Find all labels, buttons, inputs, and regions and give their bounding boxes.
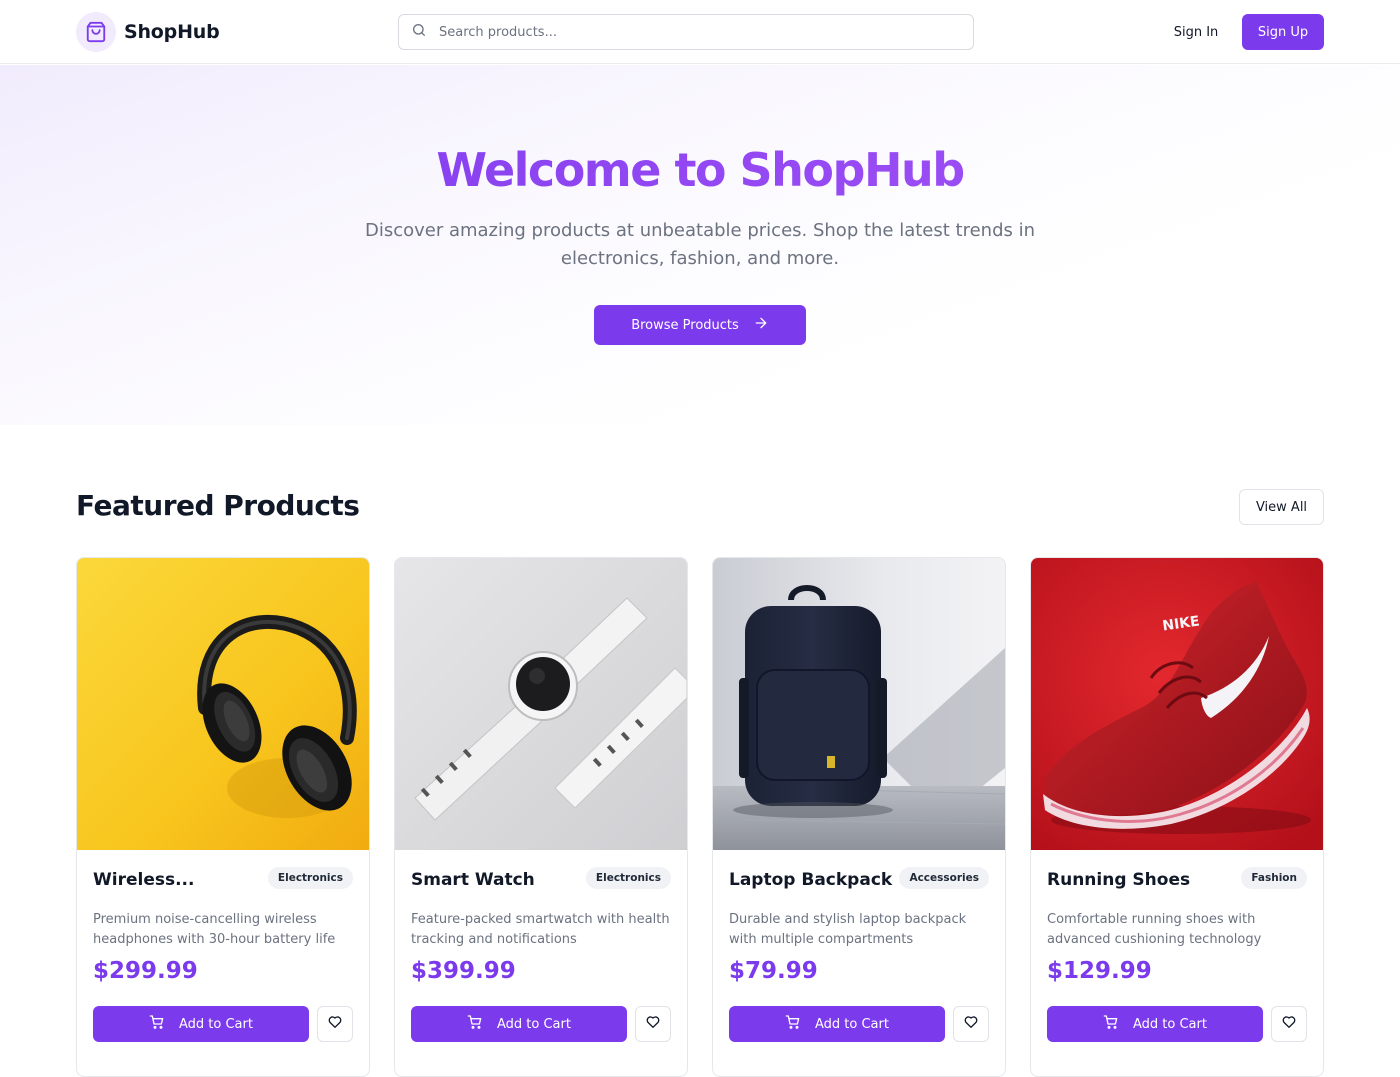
brand-name: ShopHub — [124, 21, 220, 43]
add-to-cart-label: Add to Cart — [497, 1016, 571, 1032]
product-image-laptop-backpack[interactable] — [713, 558, 1005, 850]
product-price: $79.99 — [729, 958, 818, 984]
product-card[interactable]: Wireless... Electronics Premium noise-ca… — [76, 557, 370, 1077]
cart-icon — [149, 1014, 165, 1034]
hero-section: Welcome to ShopHub Discover amazing prod… — [0, 65, 1400, 425]
product-description: Durable and stylish laptop backpack with… — [729, 912, 967, 947]
product-description: Feature-packed smartwatch with health tr… — [411, 912, 670, 947]
wishlist-button[interactable] — [317, 1006, 353, 1042]
arrow-right-icon — [753, 315, 769, 335]
top-navbar: ShopHub Sign In Sign Up — [0, 0, 1400, 64]
cart-icon — [467, 1014, 483, 1034]
heart-icon — [327, 1014, 343, 1034]
heart-icon — [963, 1014, 979, 1034]
featured-products-heading: Featured Products — [76, 489, 360, 522]
category-badge: Fashion — [1241, 867, 1307, 889]
product-name: Wireless... — [93, 870, 195, 890]
heart-icon — [1281, 1014, 1297, 1034]
wishlist-button[interactable] — [953, 1006, 989, 1042]
hero-title: Welcome to ShopHub — [0, 143, 1400, 197]
category-badge: Accessories — [899, 867, 989, 889]
heart-icon — [645, 1014, 661, 1034]
wishlist-button[interactable] — [635, 1006, 671, 1042]
sign-in-button[interactable]: Sign In — [1160, 14, 1232, 50]
product-image-headphones[interactable] — [77, 558, 369, 850]
search-bar[interactable] — [398, 14, 974, 50]
browse-products-label: Browse Products — [631, 317, 739, 333]
product-price: $299.99 — [93, 958, 198, 984]
add-to-cart-label: Add to Cart — [815, 1016, 889, 1032]
category-badge: Electronics — [585, 867, 671, 889]
product-card[interactable]: Laptop Backpack Accessories Durable and … — [712, 557, 1006, 1077]
category-badge: Electronics — [267, 867, 353, 889]
search-icon — [411, 22, 427, 42]
product-description: Comfortable running shoes with advanced … — [1047, 912, 1262, 947]
product-name: Smart Watch — [411, 870, 535, 890]
add-to-cart-button[interactable]: Add to Cart — [1047, 1006, 1263, 1042]
product-image-smart-watch[interactable] — [395, 558, 687, 850]
add-to-cart-button[interactable]: Add to Cart — [729, 1006, 945, 1042]
product-card[interactable]: NIKE Running Shoes Fashion Comfortable r… — [1030, 557, 1324, 1077]
add-to-cart-label: Add to Cart — [1133, 1016, 1207, 1032]
product-price: $399.99 — [411, 958, 516, 984]
browse-products-button[interactable]: Browse Products — [594, 305, 806, 345]
brand-logo[interactable]: ShopHub — [76, 12, 220, 52]
product-description: Premium noise-cancelling wireless headph… — [93, 912, 336, 947]
hero-subtitle: Discover amazing products at unbeatable … — [364, 220, 1036, 269]
sign-up-button[interactable]: Sign Up — [1242, 14, 1324, 50]
cart-icon — [785, 1014, 801, 1034]
add-to-cart-button[interactable]: Add to Cart — [93, 1006, 309, 1042]
search-input[interactable] — [439, 24, 939, 40]
add-to-cart-label: Add to Cart — [179, 1016, 253, 1032]
wishlist-button[interactable] — [1271, 1006, 1307, 1042]
shopping-bag-icon — [76, 12, 116, 52]
cart-icon — [1103, 1014, 1119, 1034]
product-price: $129.99 — [1047, 958, 1152, 984]
view-all-button[interactable]: View All — [1239, 489, 1324, 525]
product-card[interactable]: Smart Watch Electronics Feature-packed s… — [394, 557, 688, 1077]
product-name: Running Shoes — [1047, 870, 1191, 890]
product-name: Laptop Backpack — [729, 870, 893, 890]
product-image-running-shoes[interactable]: NIKE — [1031, 558, 1323, 850]
add-to-cart-button[interactable]: Add to Cart — [411, 1006, 627, 1042]
